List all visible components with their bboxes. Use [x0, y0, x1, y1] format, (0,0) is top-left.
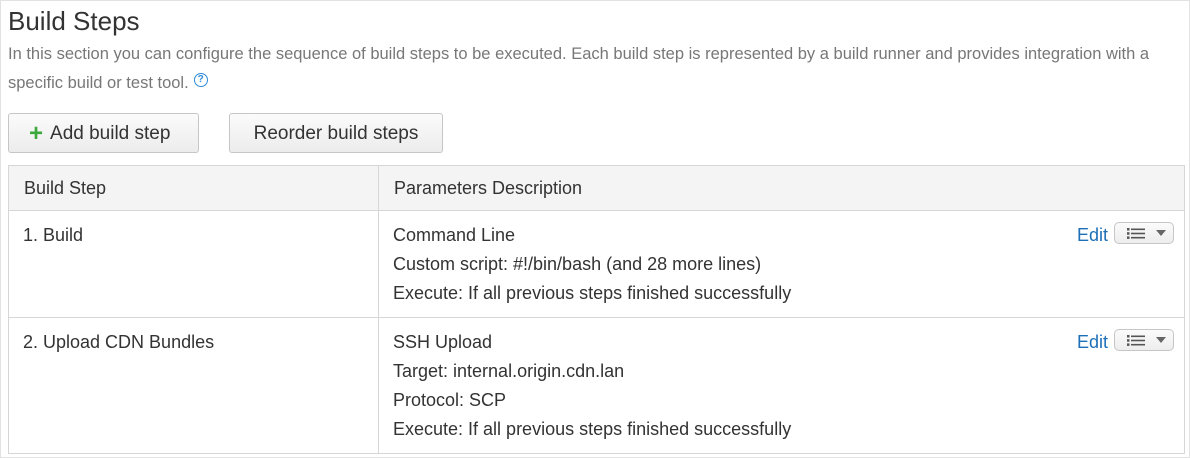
step-runner: SSH Upload [393, 332, 493, 352]
section-description: In this section you can configure the se… [8, 40, 1168, 98]
add-build-step-label: Add build step [50, 123, 171, 144]
step-name[interactable]: 2. Upload CDN Bundles [8, 317, 379, 454]
step-parameters[interactable]: Command Line Custom script: #!/bin/bash … [378, 210, 1185, 318]
table-row[interactable]: 2. Upload CDN Bundles SSH Upload Target:… [8, 317, 1185, 454]
step-param: Protocol: SCP [393, 390, 507, 410]
step-runner: Command Line [393, 225, 516, 245]
caret-down-icon [1156, 337, 1166, 343]
step-actions-menu-button[interactable] [1114, 329, 1174, 351]
edit-link[interactable]: Edit [1077, 328, 1108, 357]
reorder-build-steps-button[interactable]: Reorder build steps [229, 113, 443, 153]
question-circle-icon[interactable]: ? [193, 73, 208, 87]
header-build-step: Build Step [8, 165, 379, 211]
section-description-text: In this section you can configure the se… [8, 45, 1150, 92]
step-param: Target: internal.origin.cdn.lan [393, 361, 625, 381]
list-icon [1127, 228, 1145, 239]
header-parameters-description: Parameters Description [378, 165, 1185, 211]
step-param: Execute: If all previous steps finished … [393, 419, 792, 439]
step-actions-menu-button[interactable] [1114, 222, 1174, 244]
table-row[interactable]: 1. Build Command Line Custom script: #!/… [8, 210, 1185, 318]
section-title: Build Steps [8, 6, 140, 36]
add-build-step-button[interactable]: + Add build step [8, 113, 199, 153]
step-parameters[interactable]: SSH Upload Target: internal.origin.cdn.l… [378, 317, 1185, 454]
caret-down-icon [1156, 230, 1166, 236]
step-param: Custom script: #!/bin/bash (and 28 more … [393, 254, 762, 274]
build-steps-table: Build Step Parameters Description 1. Bui… [8, 165, 1185, 454]
list-icon [1127, 335, 1145, 346]
step-param: Execute: If all previous steps finished … [393, 283, 792, 303]
table-header-row: Build Step Parameters Description [8, 165, 1185, 211]
step-name[interactable]: 1. Build [8, 210, 379, 318]
plus-icon: + [29, 120, 44, 147]
edit-link[interactable]: Edit [1077, 221, 1108, 250]
